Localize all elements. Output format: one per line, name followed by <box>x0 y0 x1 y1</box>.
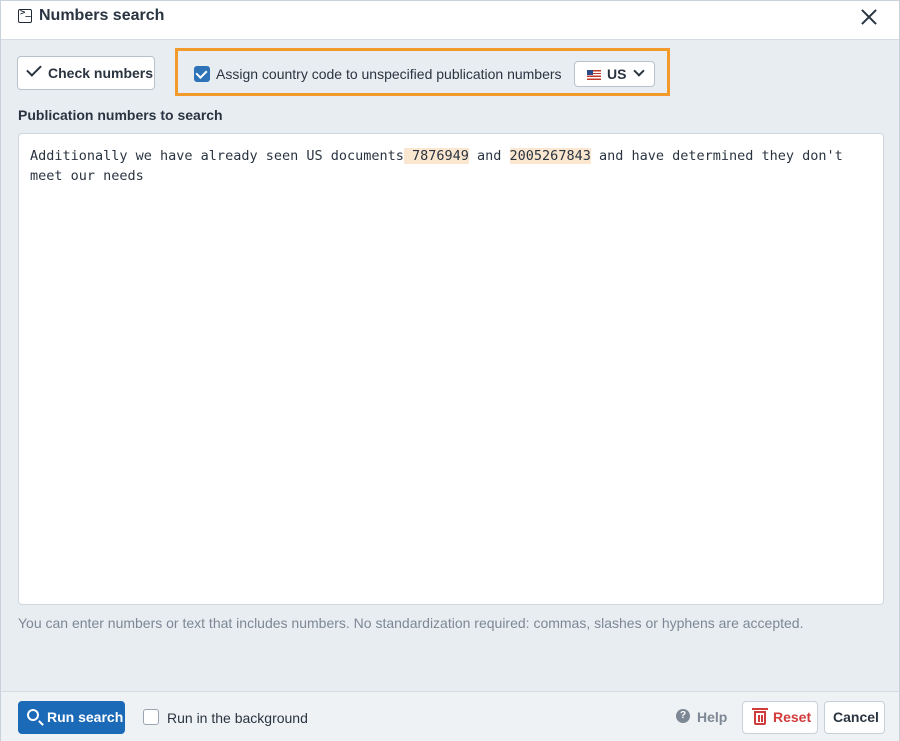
dialog-titlebar: >_ Numbers search <box>1 1 899 40</box>
reset-button[interactable]: Reset <box>742 701 818 734</box>
publication-numbers-input[interactable]: Additionally we have already seen US doc… <box>18 133 884 605</box>
cancel-label: Cancel <box>833 709 879 725</box>
publication-numbers-label: Publication numbers to search <box>18 107 223 123</box>
assign-country-label[interactable]: Assign country code to unspecified publi… <box>216 66 562 82</box>
dialog-title: Numbers search <box>39 7 165 24</box>
run-search-button[interactable]: Run search <box>18 701 125 734</box>
numbers-search-dialog: >_ Numbers search Check numbers Assign c… <box>0 0 900 741</box>
run-search-label: Run search <box>47 709 124 725</box>
search-icon <box>27 709 39 721</box>
help-icon: ? <box>676 709 690 723</box>
close-icon[interactable] <box>857 5 881 29</box>
detected-number-highlight: 2005267843 <box>509 148 591 164</box>
check-numbers-button[interactable]: Check numbers <box>17 56 155 90</box>
input-text-segment: Additionally we have already seen US doc… <box>30 148 404 164</box>
country-code-value: US <box>607 66 627 82</box>
check-numbers-label: Check numbers <box>48 65 154 81</box>
terminal-icon: >_ <box>18 8 32 23</box>
reset-label: Reset <box>773 709 812 725</box>
assign-country-group: Assign country code to unspecified publi… <box>175 48 670 96</box>
detected-number-highlight: 7876949 <box>403 148 469 164</box>
input-hint: You can enter numbers or text that inclu… <box>18 615 804 631</box>
trash-icon <box>752 708 768 725</box>
dialog-footer: Run search Run in the background ? Help … <box>1 691 899 741</box>
input-text-segment: and <box>468 148 510 164</box>
chevron-down-icon <box>633 65 645 77</box>
run-background-label[interactable]: Run in the background <box>167 710 308 726</box>
cancel-button[interactable]: Cancel <box>824 701 885 734</box>
country-code-select[interactable]: US <box>574 61 655 87</box>
help-label: Help <box>697 709 728 725</box>
checkmark-icon <box>26 61 42 77</box>
run-background-checkbox[interactable] <box>143 709 159 725</box>
assign-country-checkbox[interactable] <box>194 66 210 82</box>
us-flag-icon <box>587 70 601 80</box>
